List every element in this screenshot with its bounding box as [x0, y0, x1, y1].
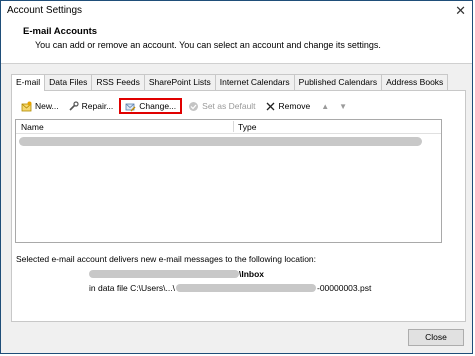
tab-strip: E-mail Data Files RSS Feeds SharePoint L… — [11, 74, 449, 91]
new-account-icon — [21, 101, 32, 112]
column-header-type[interactable]: Type — [238, 122, 256, 132]
data-file-suffix: -00000003.pst — [316, 283, 372, 293]
accounts-list[interactable]: Name Type — [15, 119, 442, 243]
redacted-account-row[interactable] — [19, 137, 422, 146]
close-icon[interactable]: ✕ — [455, 3, 466, 19]
repair-button[interactable]: Repair... — [65, 98, 117, 114]
set-as-default-button[interactable]: Set as Default — [185, 98, 258, 114]
section-subtitle: You can add or remove an account. You ca… — [35, 40, 381, 50]
column-header-name[interactable]: Name — [21, 122, 44, 132]
delivery-info-text: Selected e-mail account delivers new e-m… — [16, 254, 317, 264]
tab-address-books[interactable]: Address Books — [381, 74, 449, 90]
email-tab-panel: New... Repair... Change... Set as Defaul… — [11, 90, 466, 322]
window-title: Account Settings — [7, 5, 83, 16]
header-section: E-mail Accounts You can add or remove an… — [1, 21, 472, 64]
change-label: Change... — [139, 101, 177, 111]
new-button[interactable]: New... — [18, 98, 62, 114]
redacted-account-name — [89, 270, 239, 278]
tab-rss-feeds[interactable]: RSS Feeds — [91, 74, 145, 90]
set-as-default-label: Set as Default — [202, 101, 256, 111]
inbox-location: \Inbox — [89, 269, 264, 279]
close-button[interactable]: Close — [408, 329, 464, 346]
change-account-icon — [125, 101, 136, 112]
section-title: E-mail Accounts — [23, 26, 98, 37]
tab-email[interactable]: E-mail — [11, 74, 46, 91]
column-divider[interactable] — [233, 121, 234, 132]
remove-x-icon — [265, 101, 276, 112]
repair-label: Repair... — [81, 101, 114, 111]
data-file-prefix: in data file C:\Users\...\ — [89, 283, 175, 293]
account-settings-dialog: Account Settings ✕ E-mail Accounts You c… — [0, 0, 473, 354]
move-down-icon[interactable]: ▼ — [339, 102, 347, 111]
move-up-icon[interactable]: ▲ — [321, 102, 329, 111]
remove-label: Remove — [278, 101, 311, 111]
data-file-location: in data file C:\Users\...\ -00000003.pst — [89, 283, 371, 293]
change-button[interactable]: Change... — [119, 98, 183, 114]
remove-button[interactable]: Remove — [262, 98, 314, 114]
new-label: New... — [35, 101, 59, 111]
tab-data-files[interactable]: Data Files — [44, 74, 93, 90]
inbox-label: \Inbox — [239, 269, 265, 279]
list-header: Name Type — [16, 120, 441, 134]
tab-sharepoint-lists[interactable]: SharePoint Lists — [143, 74, 216, 90]
tab-published-calendars[interactable]: Published Calendars — [293, 74, 383, 90]
tab-internet-calendars[interactable]: Internet Calendars — [214, 74, 295, 90]
repair-icon — [68, 100, 79, 112]
checkmark-circle-icon — [188, 101, 199, 112]
title-bar: Account Settings ✕ — [1, 1, 472, 21]
redacted-file-path — [175, 284, 316, 292]
account-toolbar: New... Repair... Change... Set as Defaul… — [18, 96, 352, 116]
